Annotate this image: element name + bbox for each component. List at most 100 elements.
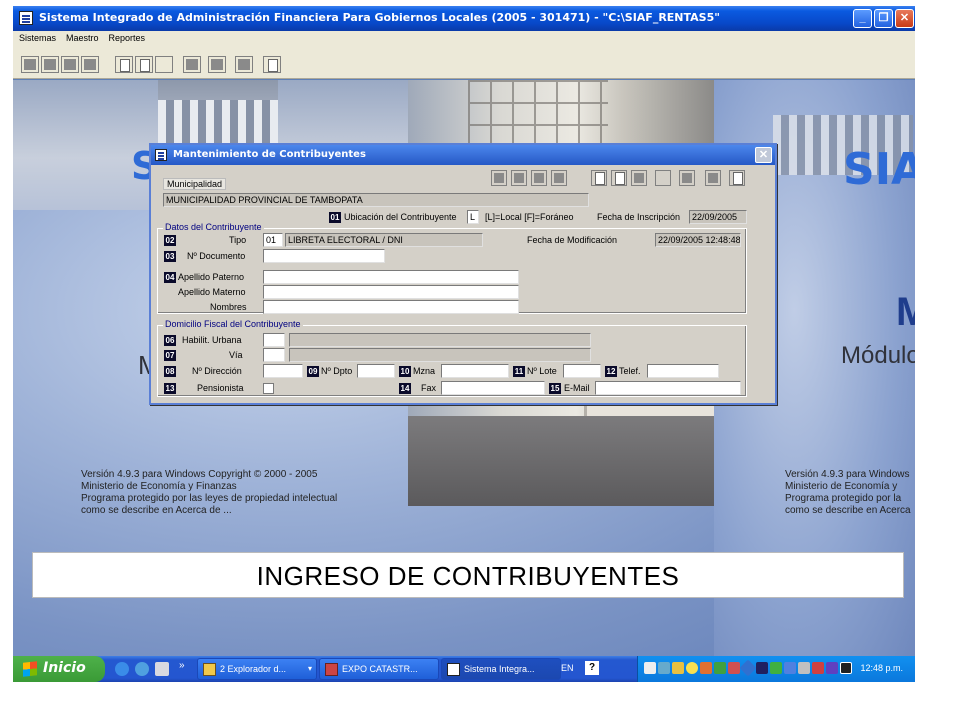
dlg-undo-button[interactable] — [655, 170, 671, 186]
habilit-code-input[interactable] — [263, 333, 285, 347]
pensionista-label: Pensionista — [197, 383, 244, 393]
telef-input[interactable] — [647, 364, 719, 378]
ubicacion-input[interactable]: L — [467, 210, 479, 224]
toolbar-undo-button[interactable] — [155, 56, 173, 73]
dlg-save-button[interactable] — [631, 170, 647, 186]
dialog-title: Mantenimiento de Contribuyentes — [173, 149, 366, 160]
dpto-input[interactable] — [357, 364, 395, 378]
siaf-task-icon — [447, 663, 460, 676]
dlg-last-button[interactable] — [551, 170, 567, 186]
folder-icon — [203, 663, 216, 676]
pensionista-checkbox[interactable] — [263, 383, 274, 394]
ubicacion-label: Ubicación del Contribuyente — [344, 212, 457, 222]
fax-input[interactable] — [441, 381, 545, 395]
tray-icon-1[interactable] — [644, 662, 656, 674]
dlg-exit-button[interactable] — [729, 170, 745, 186]
minimize-button[interactable]: _ — [853, 9, 872, 28]
toolbar-next-button[interactable] — [61, 56, 79, 73]
dlg-print-button[interactable] — [705, 170, 721, 186]
app-icon — [19, 11, 33, 25]
siaf-logo-right: SIAF — [843, 144, 915, 195]
tray-icon-12[interactable] — [798, 662, 810, 674]
toolbar-delete-button[interactable] — [183, 56, 201, 73]
telef-label: Telef. — [619, 366, 641, 376]
tray-icon-9[interactable] — [756, 662, 768, 674]
task-expo-catastr[interactable]: EXPO CATASTR... — [319, 658, 439, 680]
direccion-input[interactable] — [263, 364, 303, 378]
toolbar-last-button[interactable] — [81, 56, 99, 73]
main-titlebar[interactable]: Sistema Integrado de Administración Fina… — [13, 6, 915, 31]
documento-input[interactable] — [263, 249, 385, 263]
dlg-next-button[interactable] — [531, 170, 547, 186]
more-chevron[interactable]: » — [179, 660, 185, 671]
tray-icon-diamond[interactable] — [739, 659, 757, 677]
language-indicator[interactable]: EN — [561, 663, 574, 673]
dialog-close-button[interactable]: ✕ — [755, 147, 772, 163]
tray-icon-6[interactable] — [714, 662, 726, 674]
apellido-paterno-num: 04 — [164, 272, 176, 283]
tray-icon-3[interactable] — [672, 662, 684, 674]
tipo-code-input[interactable]: 01 — [263, 233, 283, 247]
clock[interactable]: 12:48 p.m. — [860, 663, 903, 673]
lote-input[interactable] — [563, 364, 601, 378]
dlg-delete-button[interactable] — [679, 170, 695, 186]
mzna-input[interactable] — [441, 364, 509, 378]
via-label: Vía — [229, 350, 243, 360]
nombres-label: Nombres — [210, 302, 247, 312]
fecha-modificacion-field: 22/09/2005 12:48:48 PM — [655, 233, 741, 247]
dialog-titlebar[interactable]: Mantenimiento de Contribuyentes ✕ — [151, 145, 775, 165]
direccion-label: Nº Dirección — [192, 366, 242, 376]
dlg-new-button[interactable] — [591, 170, 607, 186]
tray-icon-sun[interactable] — [686, 662, 698, 674]
toolbar-exit-button[interactable] — [263, 56, 281, 73]
toolbar-print-button[interactable] — [235, 56, 253, 73]
dlg-first-button[interactable] — [491, 170, 507, 186]
toolbar-new-button[interactable] — [115, 56, 133, 73]
toolbar-first-button[interactable] — [21, 56, 39, 73]
tray-icon-10[interactable] — [770, 662, 782, 674]
ie-icon[interactable] — [115, 662, 129, 676]
main-toolbar — [13, 47, 915, 79]
version-info-right: Versión 4.9.3 para Windows Ministerio de… — [785, 469, 911, 516]
email-input[interactable] — [595, 381, 741, 395]
contribuyentes-dialog: Mantenimiento de Contribuyentes ✕ Munici… — [149, 143, 777, 405]
menu-maestro[interactable]: Maestro — [60, 31, 103, 43]
tray-icon-2[interactable] — [658, 662, 670, 674]
email-label: E-Mail — [564, 383, 590, 393]
tray-icon-15[interactable] — [840, 662, 852, 674]
via-code-input[interactable] — [263, 348, 285, 362]
close-button[interactable]: ✕ — [895, 9, 914, 28]
menu-reportes[interactable]: Reportes — [103, 31, 150, 43]
maximize-button[interactable]: ❐ — [874, 9, 893, 28]
tray-icon-7[interactable] — [728, 662, 740, 674]
toolbar-copy-button[interactable] — [135, 56, 153, 73]
start-button[interactable]: Inicio — [13, 656, 105, 682]
nombres-input[interactable] — [263, 300, 519, 314]
desktop-icon[interactable] — [155, 662, 169, 676]
tray-icon-11[interactable] — [784, 662, 796, 674]
toolbar-prev-button[interactable] — [41, 56, 59, 73]
help-icon[interactable]: ? — [585, 661, 599, 675]
tray-icon-14[interactable] — [826, 662, 838, 674]
documento-num: 03 — [164, 251, 176, 262]
version-info-left: Versión 4.9.3 para Windows Copyright © 2… — [81, 469, 338, 516]
browser-icon[interactable] — [135, 662, 149, 676]
task-explorador[interactable]: 2 Explorador d... ▾ — [197, 658, 317, 680]
apellido-materno-label: Apellido Materno — [178, 287, 246, 297]
window-title: Sistema Integrado de Administración Fina… — [39, 11, 720, 24]
dlg-prev-button[interactable] — [511, 170, 527, 186]
tray-icon-5[interactable] — [700, 662, 712, 674]
mzna-label: Mzna — [413, 366, 436, 376]
domicilio-group-title: Domicilio Fiscal del Contribuyente — [163, 319, 303, 329]
caption-banner: INGRESO DE CONTRIBUYENTES — [32, 552, 904, 598]
apellido-paterno-input[interactable] — [263, 270, 519, 284]
menu-sistemas[interactable]: Sistemas — [13, 31, 60, 43]
fax-label: Fax — [421, 383, 437, 393]
dlg-edit-button[interactable] — [611, 170, 627, 186]
tray-icon-13[interactable] — [812, 662, 824, 674]
toolbar-save-button[interactable] — [208, 56, 226, 73]
municipalidad-tab[interactable]: Municipalidad — [163, 178, 227, 190]
task-sistema-integra[interactable]: Sistema Integra... — [441, 658, 561, 680]
apellido-materno-input[interactable] — [263, 285, 519, 299]
documento-label: Nº Documento — [187, 251, 246, 261]
